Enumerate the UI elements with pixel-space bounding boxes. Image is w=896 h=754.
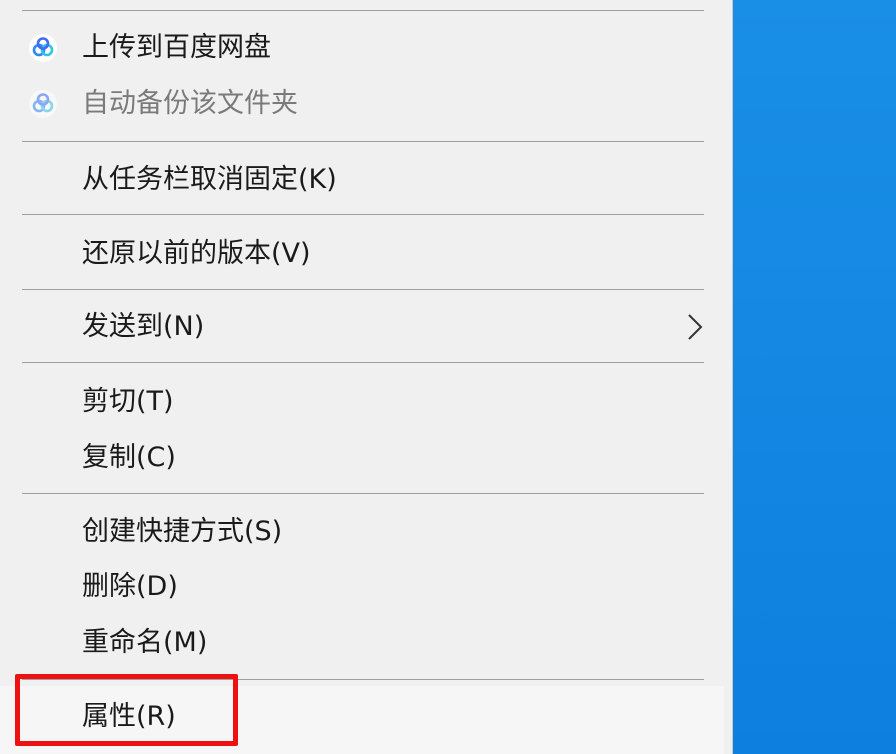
menu-item-label: 上传到百度网盘 bbox=[82, 32, 271, 63]
menu-item-label: 发送到(N) bbox=[82, 311, 205, 342]
desktop-background bbox=[732, 0, 896, 754]
baidu-netdisk-icon bbox=[29, 34, 57, 62]
baidu-netdisk-icon bbox=[29, 90, 57, 118]
chevron-right-icon bbox=[688, 314, 703, 340]
menu-separator bbox=[22, 289, 704, 290]
menu-item-label: 复制(C) bbox=[82, 442, 176, 473]
menu-item-send-to[interactable]: 发送到(N) bbox=[0, 300, 732, 354]
annotation-highlight-box bbox=[15, 674, 238, 746]
menu-item-copy[interactable]: 复制(C) bbox=[0, 431, 732, 485]
menu-item-label: 删除(D) bbox=[82, 571, 178, 602]
menu-item-label: 还原以前的版本(V) bbox=[82, 238, 311, 269]
menu-separator bbox=[22, 10, 704, 11]
menu-item-unpin-taskbar[interactable]: 从任务栏取消固定(K) bbox=[0, 153, 732, 207]
menu-item-label: 剪切(T) bbox=[82, 386, 174, 417]
menu-item-delete[interactable]: 删除(D) bbox=[0, 560, 732, 614]
menu-separator bbox=[22, 362, 704, 363]
menu-item-upload-baidu[interactable]: 上传到百度网盘 bbox=[0, 21, 732, 75]
menu-item-label: 创建快捷方式(S) bbox=[82, 516, 283, 547]
menu-separator bbox=[22, 493, 704, 494]
menu-item-restore-versions[interactable]: 还原以前的版本(V) bbox=[0, 227, 732, 281]
menu-item-rename[interactable]: 重命名(M) bbox=[0, 616, 732, 670]
menu-item-cut[interactable]: 剪切(T) bbox=[0, 375, 732, 429]
menu-item-label: 重命名(M) bbox=[82, 627, 208, 658]
menu-separator bbox=[22, 214, 704, 215]
menu-separator bbox=[22, 141, 704, 142]
menu-item-create-shortcut[interactable]: 创建快捷方式(S) bbox=[0, 505, 732, 559]
menu-item-label: 从任务栏取消固定(K) bbox=[82, 164, 337, 195]
menu-item-auto-backup[interactable]: 自动备份该文件夹 bbox=[0, 77, 732, 131]
menu-item-label: 自动备份该文件夹 bbox=[82, 88, 298, 119]
context-menu: 上传到百度网盘 自动备份该文件夹 从任务栏取消固定(K) 还原以前的版本(V) … bbox=[0, 0, 733, 754]
